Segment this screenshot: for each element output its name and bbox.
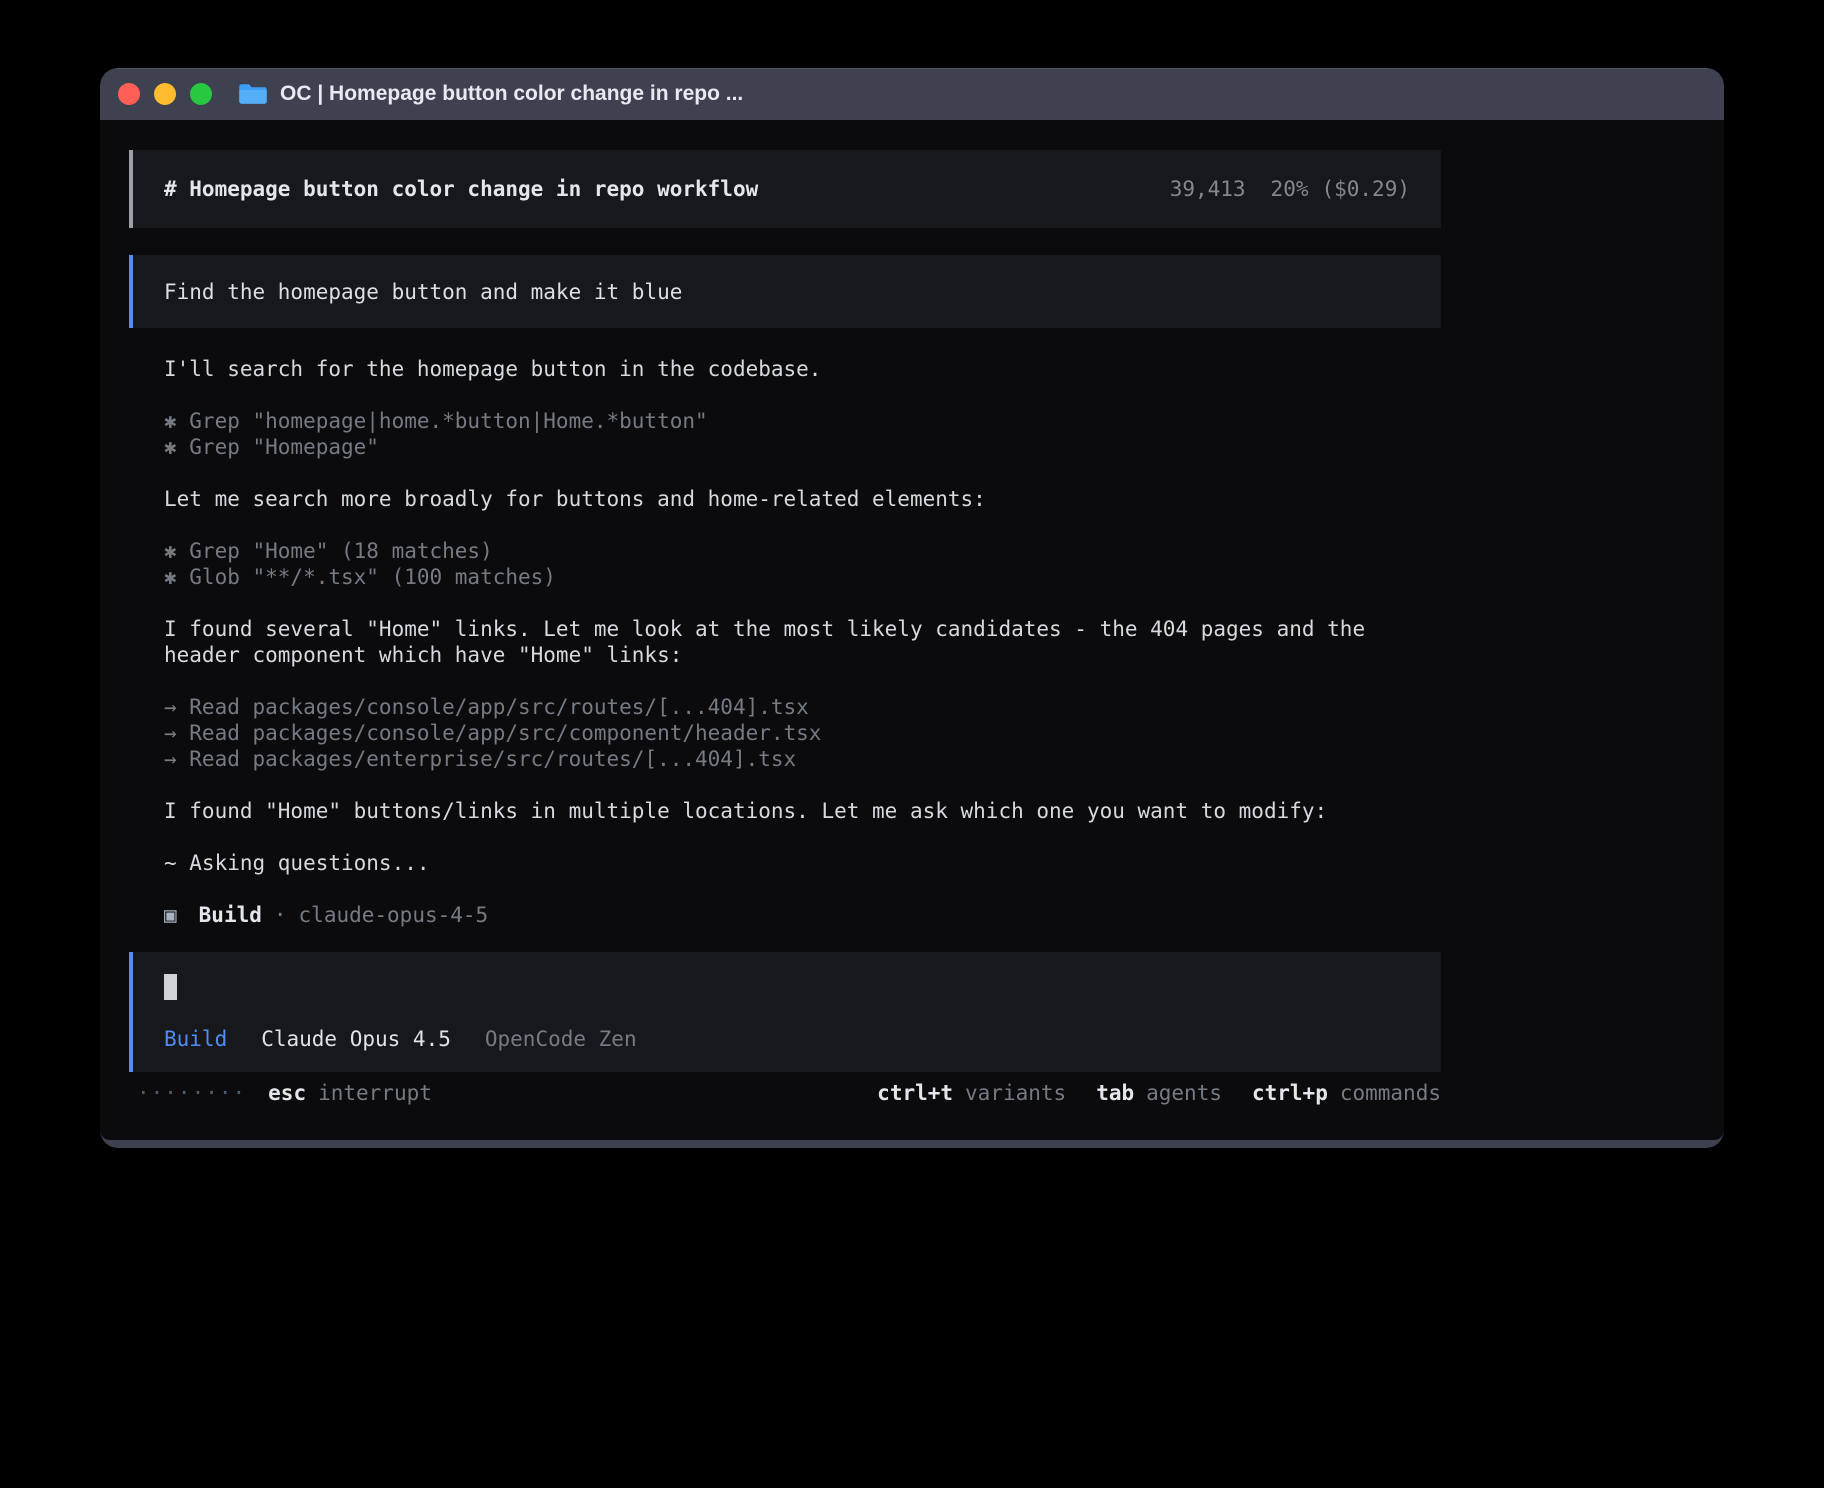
session-cost: ($0.29) xyxy=(1321,176,1410,202)
minimize-button[interactable] xyxy=(154,83,176,105)
traffic-lights xyxy=(118,83,212,105)
terminal-window: OC | Homepage button color change in rep… xyxy=(100,68,1724,1148)
assistant-status-text: ~ Asking questions... xyxy=(164,850,1441,876)
tool-call-read: → Read packages/console/app/src/componen… xyxy=(164,720,1441,746)
shortcut-commands: ctrl+p commands xyxy=(1252,1080,1441,1106)
agent-indicator-row: ▣ Build · claude-opus-4-5 xyxy=(164,902,1441,928)
prompt-input[interactable]: Build Claude Opus 4.5 OpenCode Zen xyxy=(129,952,1441,1072)
agent-icon: ▣ xyxy=(164,902,177,928)
prompt-status-row: Build Claude Opus 4.5 OpenCode Zen xyxy=(164,1026,1410,1052)
user-message: Find the homepage button and make it blu… xyxy=(129,255,1441,328)
close-button[interactable] xyxy=(118,83,140,105)
shortcut-label-commands: commands xyxy=(1340,1080,1441,1106)
tool-call-grep: ✱ Grep "Homepage" xyxy=(164,434,1441,460)
assistant-text: Let me search more broadly for buttons a… xyxy=(164,486,1441,512)
shortcut-key-ctrl-p: ctrl+p xyxy=(1252,1080,1328,1106)
tool-call-glob: ✱ Glob "**/*.tsx" (100 matches) xyxy=(164,564,1441,590)
text-cursor xyxy=(164,974,177,1000)
prompt-model: Claude Opus 4.5 xyxy=(261,1026,451,1052)
spinner-dots: ········ xyxy=(129,1080,246,1106)
shortcut-variants: ctrl+t variants xyxy=(877,1080,1066,1106)
assistant-transcript: I'll search for the homepage button in t… xyxy=(129,356,1441,928)
tool-call-grep: ✱ Grep "homepage|home.*button|Home.*butt… xyxy=(164,408,1441,434)
shortcut-key-esc: esc xyxy=(268,1080,306,1106)
shortcut-label-agents: agents xyxy=(1146,1080,1222,1106)
shortcut-label-variants: variants xyxy=(965,1080,1066,1106)
tool-call-read: → Read packages/console/app/src/routes/[… xyxy=(164,694,1441,720)
window-title: OC | Homepage button color change in rep… xyxy=(280,82,743,106)
context-percent: 20% xyxy=(1271,176,1309,202)
status-bar: ········ esc interrupt ctrl+t variants t… xyxy=(129,1080,1441,1106)
folder-icon xyxy=(238,82,268,106)
window-titlebar: OC | Homepage button color change in rep… xyxy=(100,68,1724,120)
tool-call-grep: ✱ Grep "Home" (18 matches) xyxy=(164,538,1441,564)
session-content: # Homepage button color change in repo w… xyxy=(129,120,1441,1106)
terminal-view: # Homepage button color change in repo w… xyxy=(100,120,1724,1140)
assistant-text: I found several "Home" links. Let me loo… xyxy=(164,616,1441,668)
agent-name: Build xyxy=(199,902,262,928)
shortcut-agents: tab agents xyxy=(1096,1080,1222,1106)
agent-model: claude-opus-4-5 xyxy=(299,902,489,928)
assistant-text: I found "Home" buttons/links in multiple… xyxy=(164,798,1441,824)
user-message-text: Find the homepage button and make it blu… xyxy=(164,279,682,305)
shortcut-key-tab: tab xyxy=(1096,1080,1134,1106)
prompt-provider: OpenCode Zen xyxy=(485,1026,637,1052)
session-title: # Homepage button color change in repo w… xyxy=(164,176,758,202)
prompt-mode: Build xyxy=(164,1026,227,1052)
token-count: 39,413 xyxy=(1170,176,1246,202)
statusbar-right: ctrl+t variants tab agents ctrl+p comman… xyxy=(877,1080,1441,1106)
zoom-button[interactable] xyxy=(190,83,212,105)
shortcut-key-ctrl-t: ctrl+t xyxy=(877,1080,953,1106)
separator-dot: · xyxy=(274,902,287,928)
session-header: # Homepage button color change in repo w… xyxy=(129,150,1441,228)
session-stats: 39,413 20% ($0.29) xyxy=(1170,176,1410,202)
assistant-text: I'll search for the homepage button in t… xyxy=(164,356,1441,382)
statusbar-left: ········ esc interrupt xyxy=(129,1080,432,1106)
shortcut-label-interrupt: interrupt xyxy=(318,1080,432,1106)
tool-call-read: → Read packages/enterprise/src/routes/[.… xyxy=(164,746,1441,772)
